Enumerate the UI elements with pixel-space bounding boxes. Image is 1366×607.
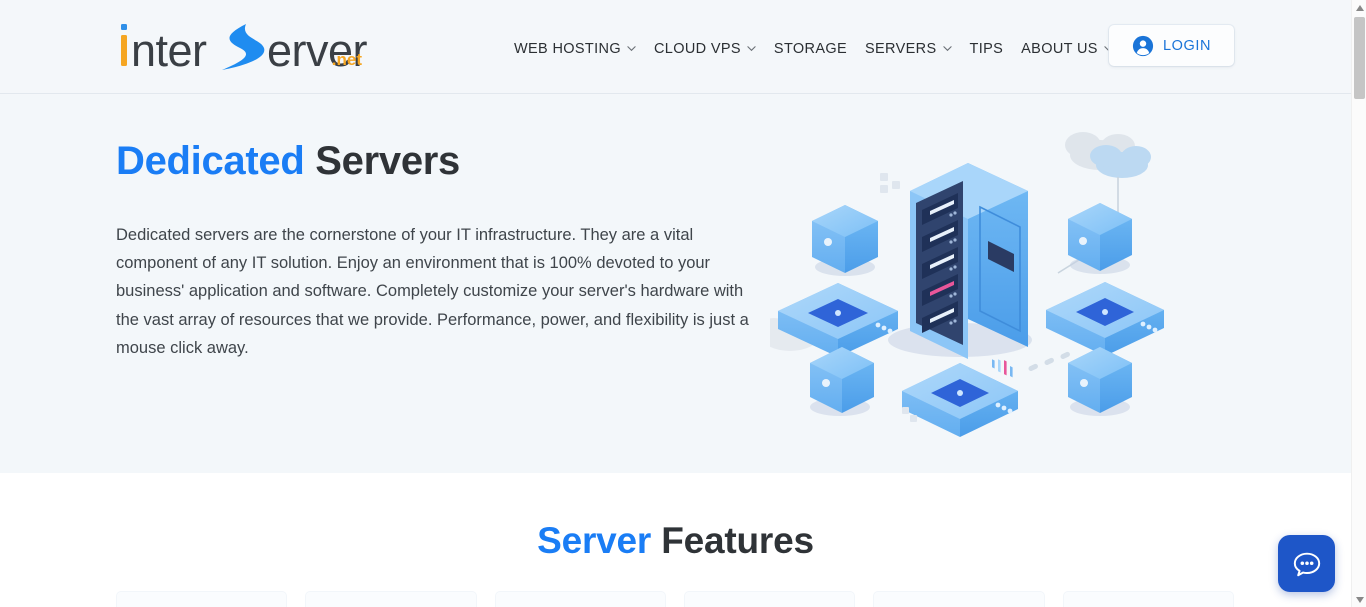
iso-router (902, 363, 1018, 437)
nav-item-cloud-vps[interactable]: CLOUD VPS (645, 38, 765, 60)
feature-card[interactable] (683, 591, 856, 607)
site-header: nter erver .net WEB HOSTING CLOUD VPS ST… (0, 0, 1351, 94)
scroll-up-arrow-icon[interactable] (1352, 0, 1366, 15)
nav-item-web-hosting[interactable]: WEB HOSTING (505, 38, 645, 60)
page-title-rest: Servers (304, 139, 460, 183)
nav-label: WEB HOSTING (514, 41, 621, 57)
chevron-down-icon (747, 44, 756, 53)
nav-label: STORAGE (773, 41, 848, 57)
svg-text:.net: .net (332, 50, 363, 69)
hero-description: Dedicated servers are the cornerstone of… (116, 226, 749, 357)
main-navigation: WEB HOSTING CLOUD VPS STORAGE SERVERS TI… (505, 38, 1122, 60)
chat-bubble-icon (1292, 549, 1322, 579)
nav-label: ABOUT US (1021, 41, 1098, 57)
nav-item-about-us[interactable]: ABOUT US (1012, 38, 1122, 60)
login-button[interactable]: LOGIN (1109, 25, 1234, 66)
svg-text:nter: nter (131, 25, 207, 74)
chat-widget-button[interactable] (1278, 535, 1335, 592)
feature-card[interactable] (305, 591, 477, 607)
nav-label: CLOUD VPS (653, 41, 741, 57)
feature-card-row (116, 591, 1234, 607)
feature-card[interactable] (873, 591, 1045, 607)
features-heading: Server Features (0, 519, 1351, 563)
nav-label: TIPS (969, 41, 1004, 57)
page-scrollbar[interactable] (1351, 0, 1366, 607)
login-label: LOGIN (1162, 37, 1212, 54)
scroll-down-arrow-icon[interactable] (1352, 592, 1366, 607)
page-title-accent: Dedicated (116, 139, 305, 183)
chevron-down-icon (942, 44, 952, 53)
iso-router (1046, 282, 1164, 356)
nav-item-servers[interactable]: SERVERS (856, 38, 961, 60)
interserver-logo-icon: nter erver .net (121, 24, 368, 74)
nav-item-storage[interactable]: STORAGE (765, 38, 856, 60)
feature-card[interactable] (116, 591, 288, 607)
chevron-down-icon (627, 44, 636, 53)
hero-section: Dedicated Servers Dedicated servers are … (0, 95, 1351, 473)
page-title: Dedicated Servers (116, 138, 460, 184)
nav-item-tips[interactable]: TIPS (961, 38, 1013, 60)
page-root: nter erver .net WEB HOSTING CLOUD VPS ST… (0, 0, 1366, 607)
nav-label: SERVERS (865, 41, 937, 57)
features-heading-rest: Features (651, 520, 814, 561)
user-circle-icon (1132, 35, 1154, 57)
site-logo[interactable]: nter erver .net (118, 20, 378, 74)
feature-card[interactable] (1062, 591, 1234, 607)
features-heading-accent: Server (537, 520, 652, 561)
decorative-dashes (1028, 351, 1070, 372)
isometric-server-rack-illustration (770, 115, 1170, 445)
feature-card[interactable] (494, 591, 666, 607)
scrollbar-thumb[interactable] (1354, 17, 1365, 99)
features-section: Server Features (0, 473, 1351, 607)
